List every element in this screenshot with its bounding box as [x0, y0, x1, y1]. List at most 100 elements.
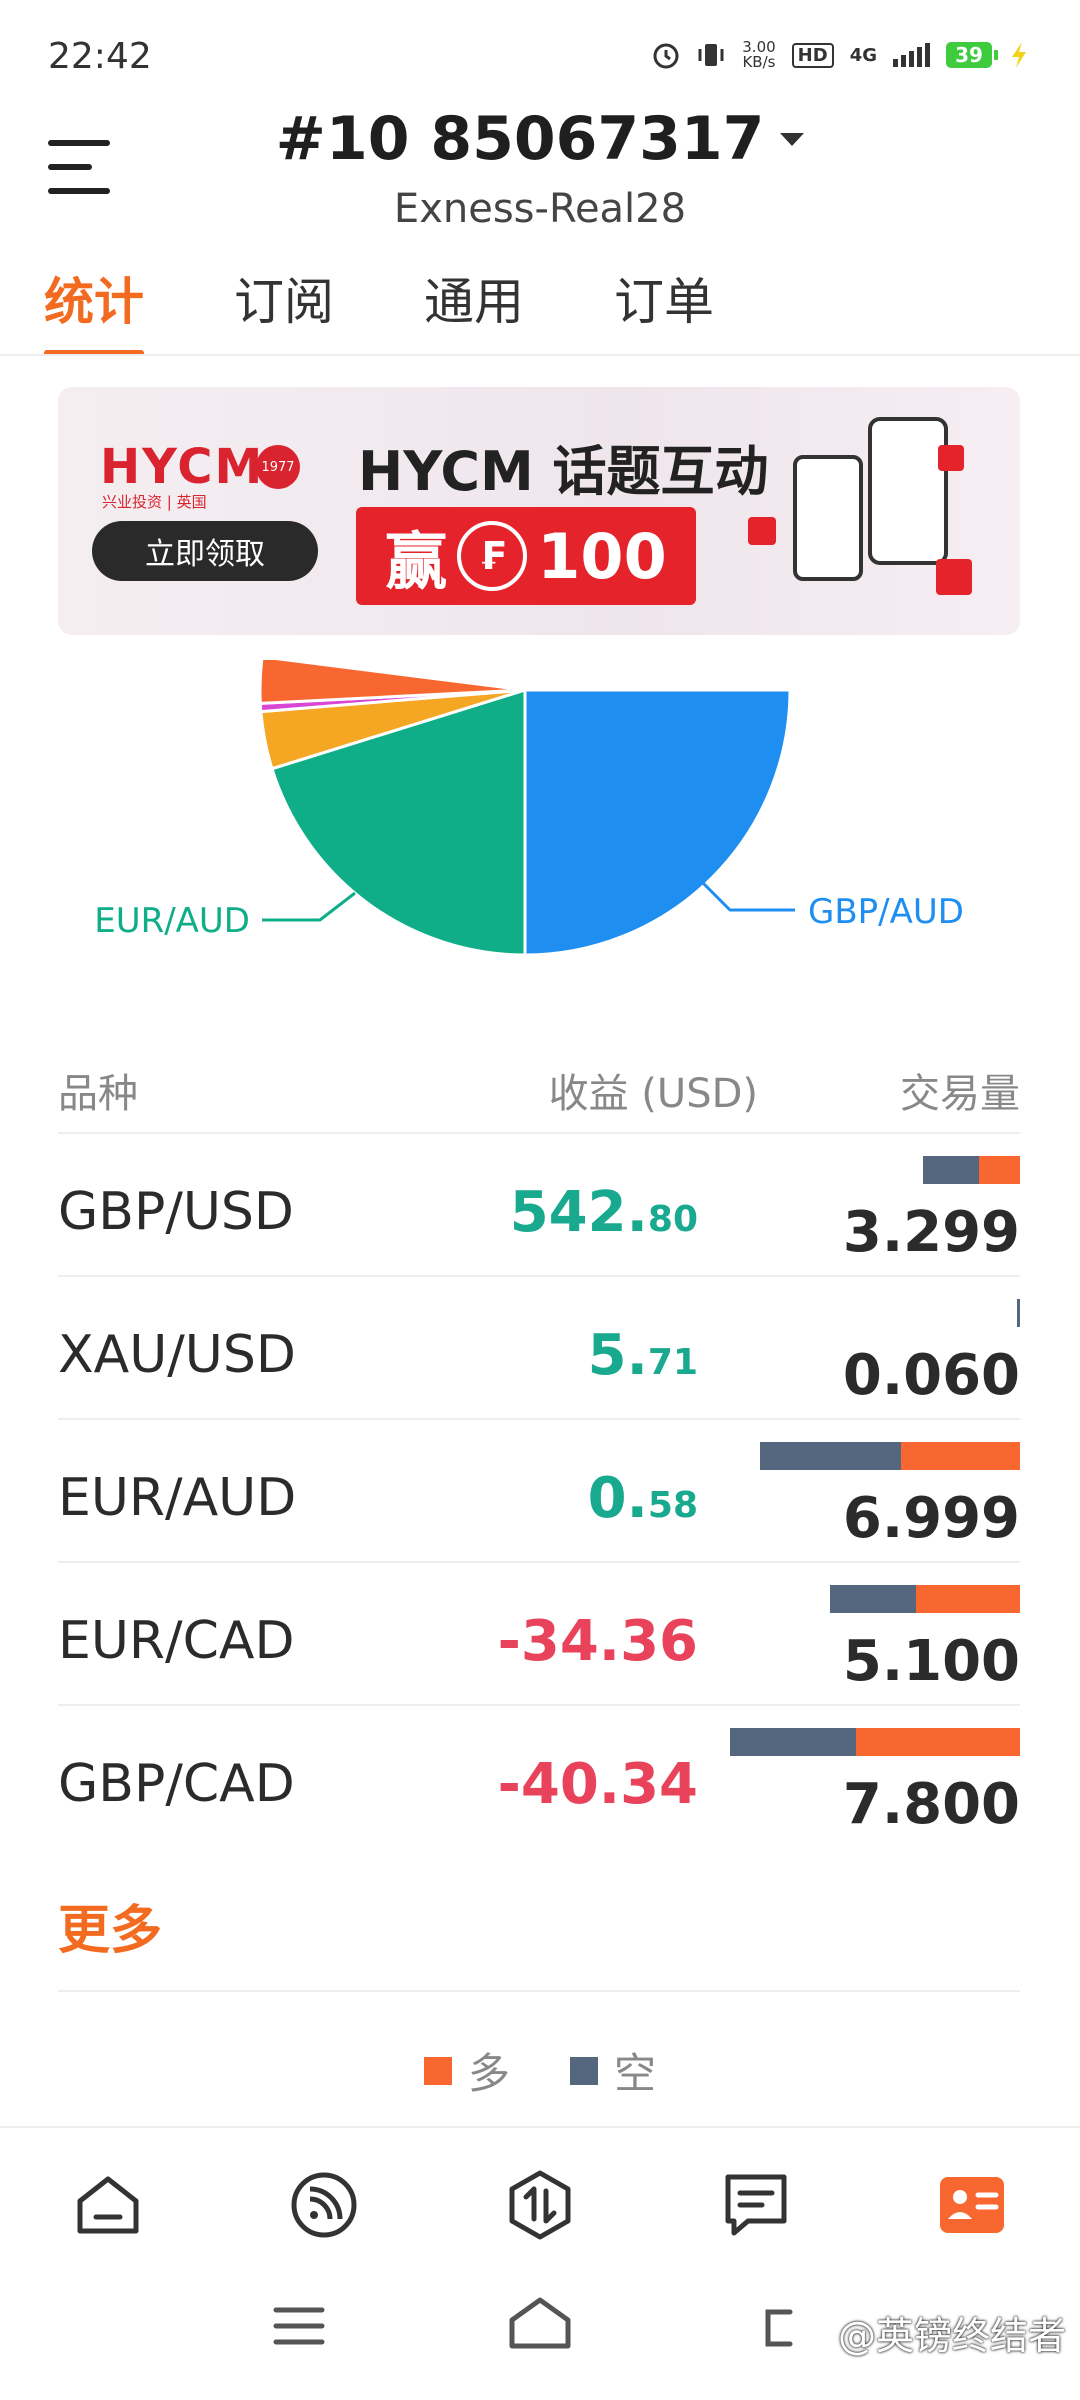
table-row[interactable]: EUR/AUD 0.58 6.999 [58, 1418, 1020, 1562]
recents-icon[interactable] [273, 2307, 325, 2345]
gift-icon [938, 445, 964, 471]
volume-legend: 多 空 [0, 2040, 1080, 2101]
charging-icon [1012, 42, 1026, 68]
message-icon[interactable] [711, 2160, 801, 2250]
legend-short: 空 [570, 2040, 656, 2101]
battery-icon: 39 [946, 42, 998, 68]
row-symbol: GBP/USD [58, 1182, 294, 1242]
coin-icon: ₣ [457, 521, 528, 591]
phone-illustration [868, 417, 948, 565]
legend-long-label: 多 [467, 2049, 510, 2098]
claim-button[interactable]: 立即领取 [92, 521, 318, 581]
promo-banner[interactable]: HYCM 兴业投资 | 英国 1977 立即领取 HYCM 话题互动 赢 ₣ 1… [58, 387, 1020, 635]
profit-decimal: 71 [647, 1342, 698, 1383]
volume-bar-long [979, 1156, 1020, 1184]
watermark-text: @英镑终结者 [837, 2314, 1066, 2358]
profit-integer: 0. [587, 1466, 648, 1531]
dropdown-caret-icon [780, 132, 805, 146]
hycm-logo: HYCM [100, 439, 265, 495]
profit-integer: 5. [587, 1323, 648, 1388]
row-volume: 5.100 [842, 1629, 1020, 1694]
signal-icon [893, 43, 930, 67]
table-row[interactable]: GBP/CAD -40.34 7.800 [58, 1704, 1020, 1848]
header-profit: 收益 (USD) [548, 1071, 758, 1117]
tab-general[interactable]: 通用 [424, 262, 524, 356]
account-selector[interactable]: #10 85067317 [0, 104, 1080, 174]
profile-card-icon[interactable] [927, 2160, 1017, 2250]
volume-bar-short [830, 1585, 916, 1613]
row-symbol: EUR/CAD [58, 1611, 295, 1671]
volume-bar [1017, 1299, 1020, 1327]
net-speed: 3.00 KB/s [742, 38, 776, 71]
status-time: 22:42 [48, 36, 152, 77]
pie-slice [523, 688, 792, 957]
table-row[interactable]: XAU/USD 5.71 0.060 [58, 1275, 1020, 1419]
volume-bar-long [901, 1442, 1020, 1470]
header-symbol: 品种 [58, 1071, 138, 1117]
row-profit: -34.36 [498, 1609, 698, 1674]
more-link[interactable]: 更多 [58, 1888, 162, 1963]
hycm-seal: 1977 [256, 445, 300, 489]
home-nav-icon[interactable] [509, 2297, 571, 2349]
table-row[interactable]: EUR/CAD -34.36 5.100 [58, 1561, 1020, 1705]
back-icon[interactable] [765, 2309, 793, 2347]
alarm-icon [653, 43, 679, 69]
legend-long-swatch [423, 2056, 452, 2085]
row-volume: 6.999 [842, 1486, 1020, 1551]
rss-icon[interactable] [279, 2160, 369, 2250]
row-profit: 542.80 [510, 1180, 698, 1245]
gift-icon [936, 559, 972, 595]
volume-bar [830, 1585, 1020, 1613]
bottom-nav [0, 2160, 1080, 2250]
profit-decimal: 80 [647, 1199, 698, 1240]
tab-divider [0, 354, 1080, 356]
home-icon[interactable] [63, 2160, 153, 2250]
profit-integer: 542. [509, 1180, 648, 1245]
volume-bar-long [915, 1585, 1020, 1613]
tab-orders[interactable]: 订单 [614, 262, 714, 356]
trade-icon[interactable] [495, 2160, 585, 2250]
label-leader-line [262, 891, 356, 922]
legend-short-swatch [570, 2056, 598, 2085]
status-icons: 3.00 KB/s HD 4G 39 [652, 40, 1030, 70]
legend-short-label: 空 [614, 2049, 657, 2098]
hd-badge: HD [791, 42, 834, 68]
banner-prize: 赢 ₣ 100 [356, 507, 696, 605]
profit-integer: -40.34 [497, 1752, 698, 1817]
legend-long: 多 [423, 2040, 510, 2101]
volume-bar [923, 1156, 1020, 1184]
vibrate-icon [698, 44, 724, 66]
network-type: 4G [849, 44, 877, 66]
pie-label-gbp-aud: GBP/AUD [808, 892, 964, 932]
table-row[interactable]: GBP/USD 542.80 3.299 [58, 1132, 1020, 1276]
server-name: Exness-Real28 [393, 186, 687, 232]
prize-amount: 100 [537, 519, 667, 593]
profit-integer: -34.36 [497, 1609, 698, 1674]
row-profit: -40.34 [498, 1752, 698, 1817]
pie-label-eur-aud: EUR/AUD [94, 901, 250, 941]
volume-bar-short [1017, 1299, 1020, 1327]
volume-bar-short [730, 1728, 857, 1756]
volume-bar-short [759, 1442, 902, 1470]
prize-prefix: 赢 [385, 525, 448, 598]
phone-illustration [793, 455, 863, 581]
row-symbol: EUR/AUD [58, 1468, 297, 1528]
account-id: #10 85067317 [275, 104, 765, 174]
profit-decimal: 58 [647, 1485, 698, 1526]
banner-title: HYCM 话题互动 [358, 440, 769, 503]
tab-subscribe[interactable]: 订阅 [234, 262, 334, 356]
volume-bar-long [856, 1728, 1020, 1756]
volume-bar [730, 1728, 1020, 1756]
volume-bar-short [923, 1156, 980, 1184]
label-leader-line [698, 878, 795, 912]
header-volume: 交易量 [900, 1071, 1020, 1117]
row-profit: 5.71 [588, 1323, 698, 1388]
row-symbol: GBP/CAD [58, 1754, 295, 1814]
pie-chart: GBP/AUD EUR/AUD [94, 660, 964, 957]
tab-statistics[interactable]: 统计 [44, 262, 144, 356]
row-profit: 0.58 [588, 1466, 698, 1531]
hycm-subtitle: 兴业投资 | 英国 [102, 493, 207, 511]
row-symbol: XAU/USD [58, 1325, 296, 1385]
table-header: 品种 收益 (USD) 交易量 [58, 1050, 1020, 1130]
tab-bar: 统计 订阅 通用 订单 [44, 262, 714, 356]
